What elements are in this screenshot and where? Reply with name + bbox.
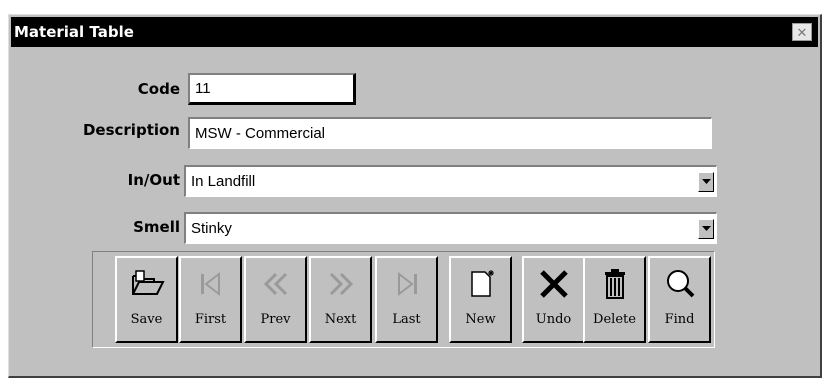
undo-label: Undo	[535, 312, 572, 327]
description-field[interactable]: MSW - Commercial	[188, 117, 712, 149]
save-button[interactable]: Save	[115, 256, 178, 343]
first-button[interactable]: First	[179, 256, 242, 343]
code-value: 11	[195, 80, 211, 97]
in-out-label: In/Out	[127, 171, 180, 189]
window-title: Material Table	[14, 23, 134, 41]
previous-record-icon	[263, 272, 287, 296]
smell-value: Stinky	[191, 220, 232, 237]
prev-label: Prev	[260, 312, 291, 327]
in-out-dropdown-button[interactable]	[698, 171, 714, 192]
new-record-icon	[470, 270, 494, 297]
new-button[interactable]: New	[449, 256, 512, 343]
new-label: New	[465, 312, 496, 327]
undo-button[interactable]: Undo	[522, 256, 585, 343]
open-folder-icon	[131, 270, 165, 295]
close-icon[interactable]: ✕	[792, 23, 812, 41]
undo-x-icon	[539, 270, 568, 298]
trash-icon	[604, 269, 625, 299]
smell-select[interactable]: Stinky	[184, 212, 717, 244]
find-button[interactable]: Find	[648, 256, 711, 343]
chevron-down-icon	[701, 225, 711, 231]
last-record-icon	[397, 271, 417, 297]
prev-button[interactable]: Prev	[244, 256, 307, 343]
chevron-down-icon	[701, 178, 711, 184]
save-label: Save	[130, 312, 163, 327]
next-label: Next	[324, 312, 357, 327]
code-field[interactable]: 11	[188, 73, 356, 105]
first-record-icon	[200, 271, 220, 297]
smell-dropdown-button[interactable]	[698, 218, 714, 239]
in-out-value: In Landfill	[191, 173, 256, 190]
in-out-select[interactable]: In Landfill	[184, 165, 717, 197]
description-value: MSW - Commercial	[195, 125, 325, 142]
code-label: Code	[137, 80, 180, 98]
magnifier-icon	[666, 270, 694, 298]
last-button[interactable]: Last	[375, 256, 438, 343]
last-label: Last	[392, 312, 421, 327]
delete-label: Delete	[593, 312, 636, 327]
next-record-icon	[329, 272, 353, 296]
first-label: First	[194, 312, 227, 327]
record-toolbar: Save First Prev Next Last New Undo Delet…	[92, 251, 715, 348]
description-label: Description	[82, 121, 180, 139]
delete-button[interactable]: Delete	[583, 256, 646, 343]
smell-label: Smell	[133, 218, 180, 236]
next-button[interactable]: Next	[309, 256, 372, 343]
title-bar[interactable]: Material Table ✕	[11, 17, 818, 47]
find-label: Find	[664, 312, 695, 327]
